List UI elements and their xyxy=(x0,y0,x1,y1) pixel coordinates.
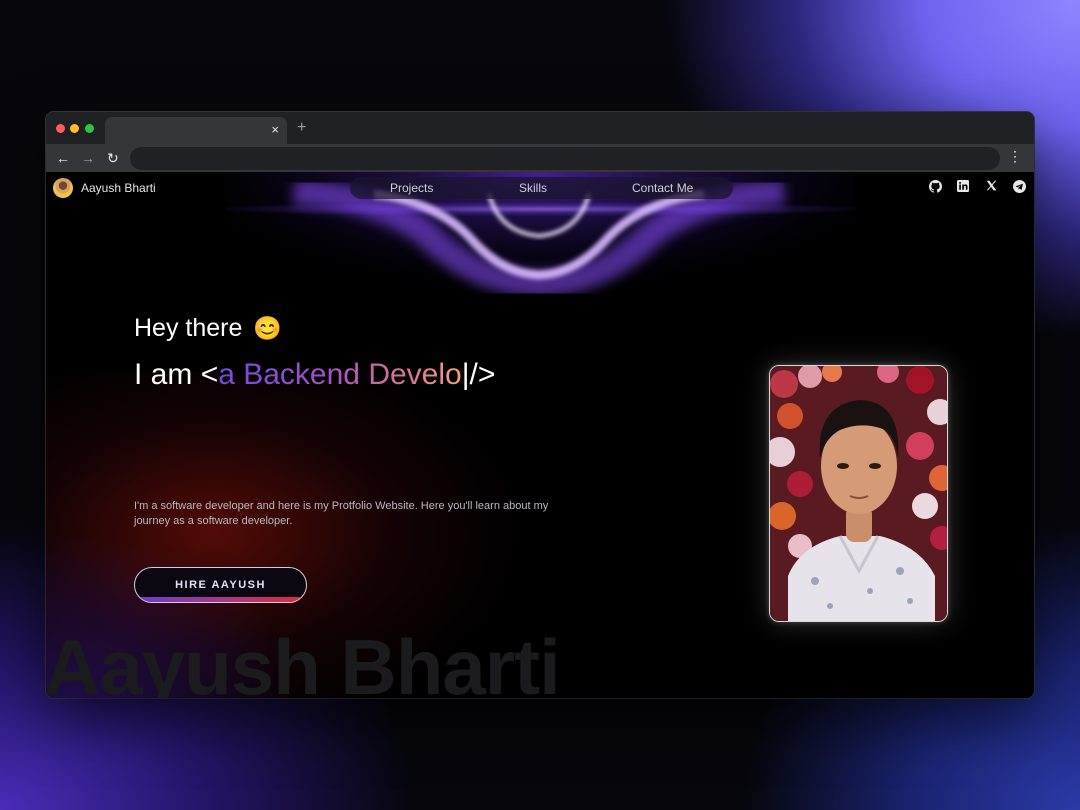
address-bar[interactable] xyxy=(130,147,1000,170)
kebab-menu-icon[interactable]: ⋮ xyxy=(1008,148,1022,165)
hero-greeting: Hey there 😊 xyxy=(134,314,282,343)
brand-name[interactable]: Aayush Bharti xyxy=(81,181,156,195)
horizon-glow-decoration xyxy=(226,202,856,216)
github-icon[interactable] xyxy=(928,180,942,194)
minimize-window-button[interactable] xyxy=(70,124,79,133)
linkedin-icon[interactable] xyxy=(956,180,970,194)
browser-tabbar: × + xyxy=(46,112,1034,144)
browser-toolbar: ← → ↻ ⋮ xyxy=(46,144,1034,172)
close-window-button[interactable] xyxy=(56,124,65,133)
name-watermark: Aayush Bharti xyxy=(46,623,561,698)
hero-intro: I am <a Backend Develo|/> xyxy=(134,358,495,392)
intro-close-bracket: /> xyxy=(469,358,496,391)
x-icon[interactable] xyxy=(984,180,998,194)
forward-arrow-icon[interactable]: → xyxy=(81,149,95,167)
intro-open-bracket: < xyxy=(200,358,219,391)
typing-cursor: | xyxy=(461,358,470,391)
browser-tab[interactable]: × xyxy=(105,117,287,144)
avatar[interactable] xyxy=(53,178,73,198)
hero-description: I'm a software developer and here is my … xyxy=(134,500,549,527)
greeting-text: Hey there xyxy=(134,314,243,342)
typed-role-text: a Backend Develo xyxy=(218,358,462,391)
nav-link-projects[interactable]: Projects xyxy=(390,181,433,195)
intro-prefix: I am xyxy=(134,358,201,391)
hire-button-label: HIRE AAYUSH xyxy=(175,579,266,591)
hire-button-gradient-bar xyxy=(135,597,306,602)
browser-window: × + ← → ↻ ⋮ Aayush Bharti Projects Skill… xyxy=(46,112,1034,698)
nav-link-skills[interactable]: Skills xyxy=(519,181,547,195)
site-header: Aayush Bharti Projects Skills Contact Me xyxy=(46,172,1034,204)
nav-link-contact[interactable]: Contact Me xyxy=(632,181,693,195)
portfolio-page: Aayush Bharti Projects Skills Contact Me… xyxy=(46,172,1034,698)
new-tab-button[interactable]: + xyxy=(297,119,306,137)
reload-icon[interactable]: ↻ xyxy=(107,149,119,167)
telegram-icon[interactable] xyxy=(1012,180,1026,194)
maximize-window-button[interactable] xyxy=(85,124,94,133)
smile-emoji-icon: 😊 xyxy=(253,315,282,341)
hire-button[interactable]: HIRE AAYUSH xyxy=(134,567,307,603)
profile-photo xyxy=(769,365,948,622)
tab-close-icon[interactable]: × xyxy=(271,122,279,138)
back-arrow-icon[interactable]: ← xyxy=(56,149,70,167)
